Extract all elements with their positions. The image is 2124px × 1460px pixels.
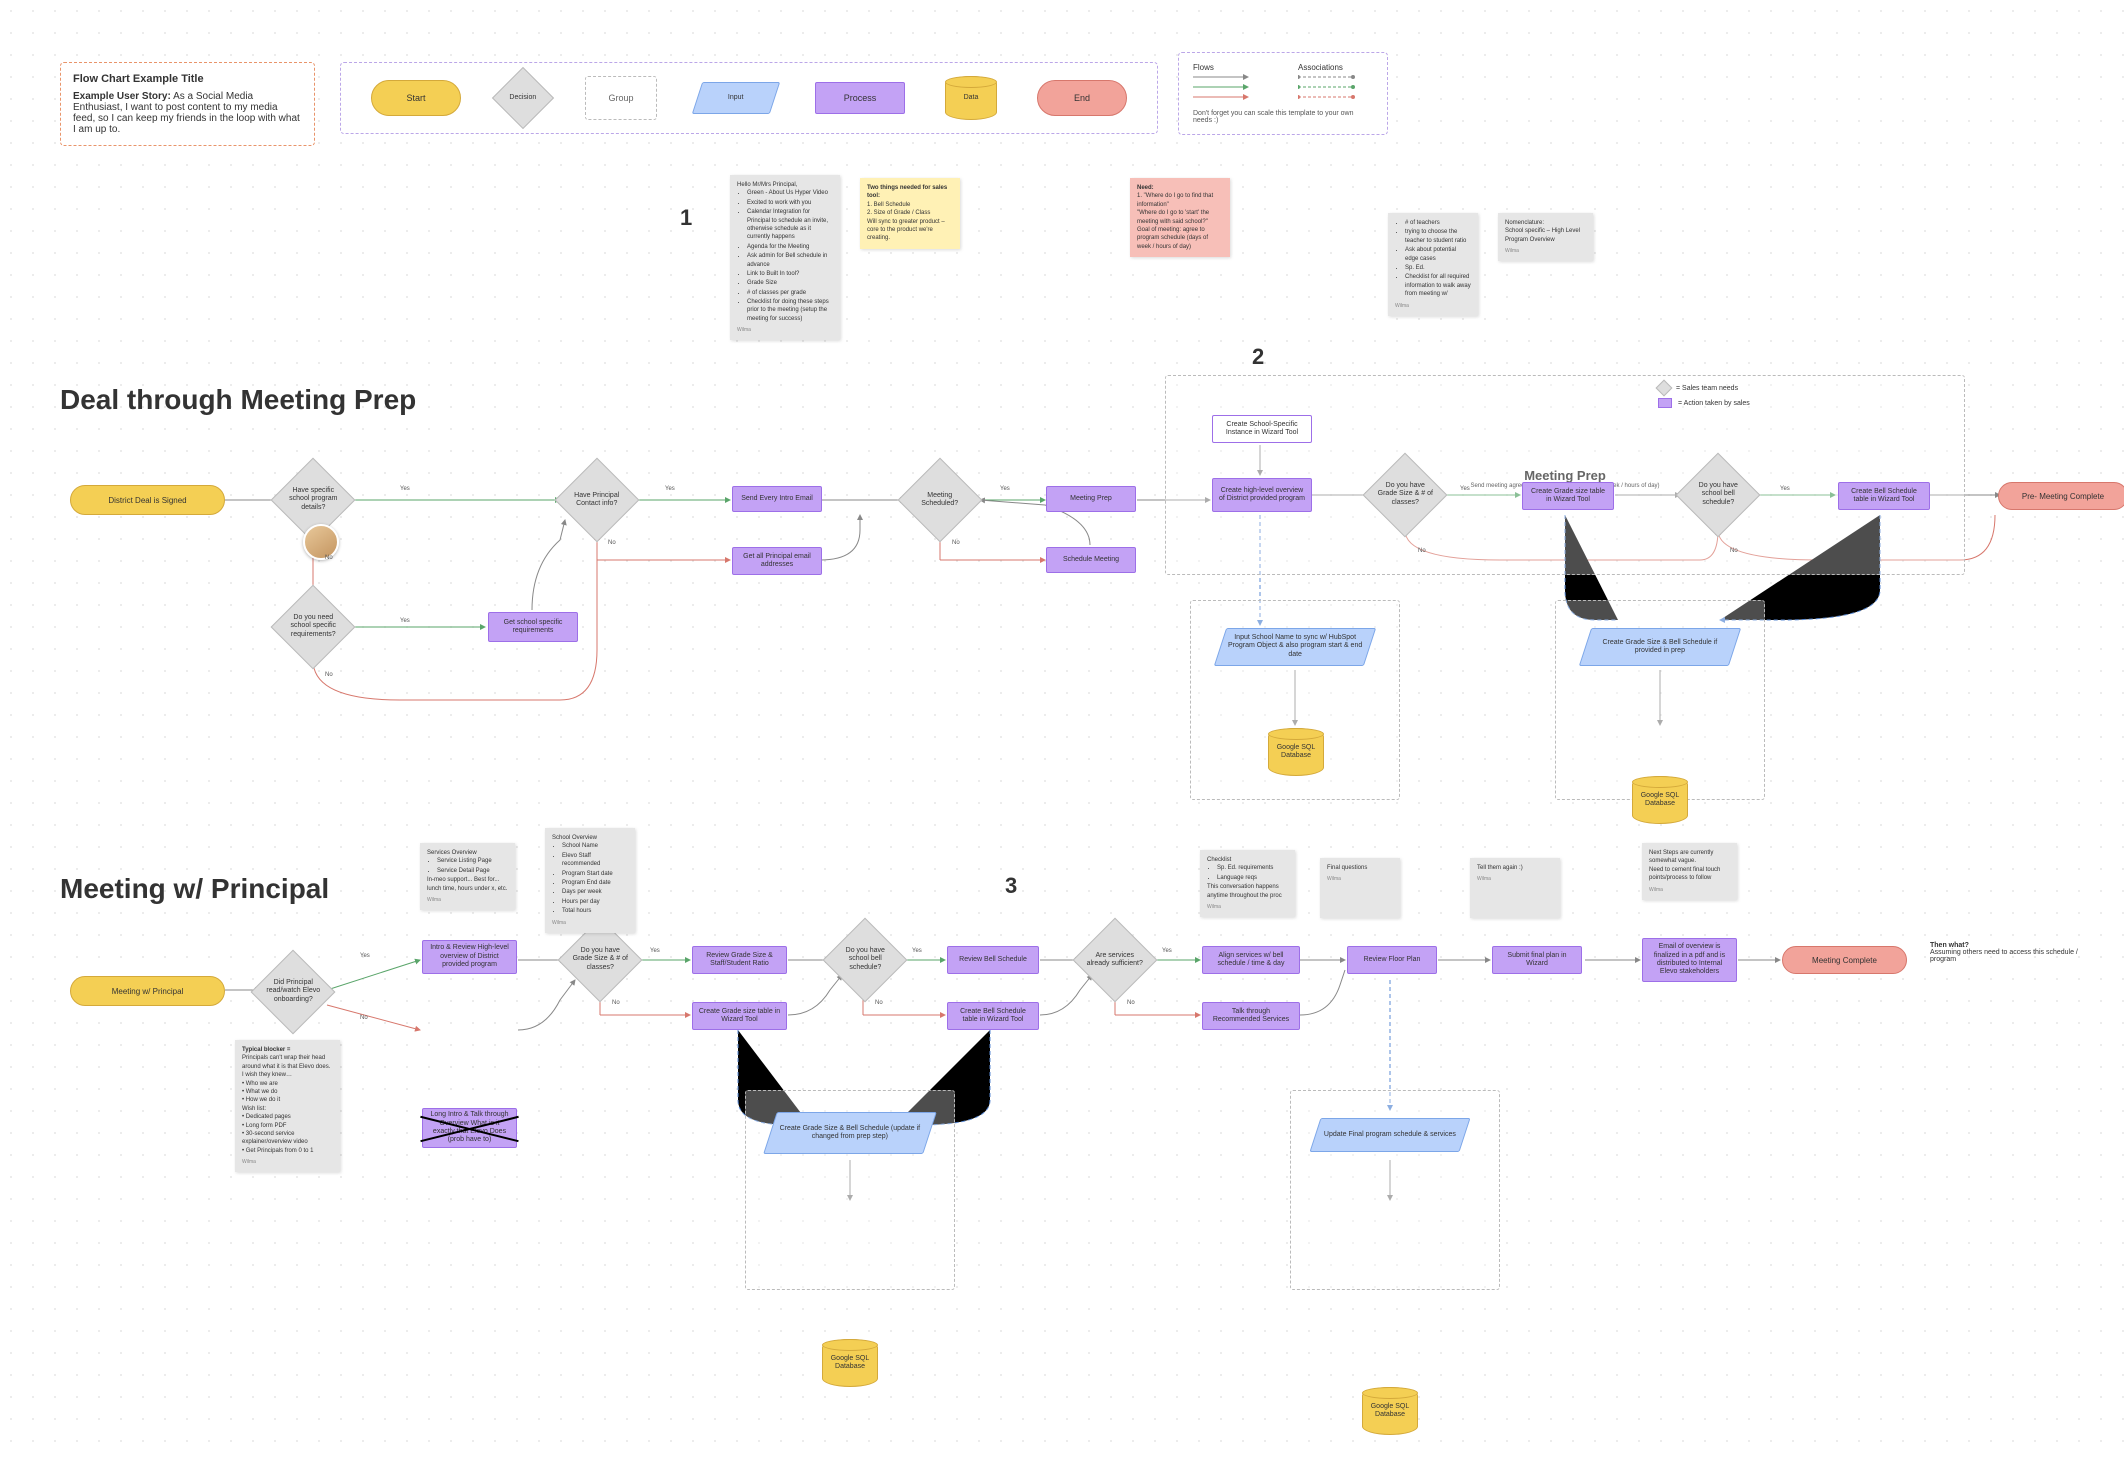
section-1-title: Deal through Meeting Prep [60, 384, 416, 416]
sticky-need: Need: 1. "Where do I go to find that inf… [1130, 178, 1230, 257]
process-create-bell: Create Bell Schedule table in Wizard Too… [1838, 482, 1930, 510]
legend-title-card: Flow Chart Example Title Example User St… [60, 62, 315, 146]
meeting-prep-group: Meeting Prep Send meeting agree to progr… [1165, 375, 1965, 575]
process-intro-review: Intro & Review High-level overview of Di… [422, 940, 517, 974]
meeting-prep-mini-legend: = Sales team needs = Action taken by sal… [1658, 382, 1750, 412]
decision-bell-2: Do you have school bell schedule? [823, 918, 908, 1003]
sticky-services-overview: Services Overview Service Listing PageSe… [420, 843, 515, 910]
legend-flows-box: Flows Associations Don't forget you can … [1178, 52, 1388, 135]
sticky-two-things: Two things needed for sales tool: 1. Bel… [860, 178, 960, 249]
decision-have-principal: Have Principal Contact info? [555, 458, 640, 543]
process-send-intro: Send Every Intro Email [732, 486, 822, 512]
sticky-next-steps: Next Steps are currently somewhat vague.… [1642, 843, 1737, 900]
decision-services-enough: Are services already sufficient? [1073, 918, 1158, 1003]
legend-process-shape: Process [815, 82, 905, 114]
process-create-grade-2: Create Grade size table in Wizard Tool [692, 1002, 787, 1030]
number-2: 2 [1252, 344, 1264, 370]
user-avatar [303, 524, 339, 560]
process-create-grade-table: Create Grade size table in Wizard Tool [1522, 482, 1614, 510]
end-meeting-complete: Meeting Complete [1782, 946, 1907, 974]
process-review-floor: Review Floor Plan [1347, 946, 1437, 974]
data-db-2: Google SQL Database [1632, 776, 1688, 824]
process-create-high-level: Create high-level overview of District p… [1212, 478, 1312, 512]
legend-title: Flow Chart Example Title [73, 73, 302, 85]
decision-did-principal-watch: Did Principal read/watch Elevo onboardin… [251, 950, 336, 1035]
legend-shapes-box: Start Decision Group Input Process Data … [340, 62, 1158, 134]
legend-data-shape: Data [945, 76, 997, 120]
process-email-overview: Email of overview is finalized in a pdf … [1642, 938, 1737, 982]
end-pre-meeting: Pre- Meeting Complete [1998, 482, 2124, 510]
decision-meeting-scheduled: Meeting Scheduled? [898, 458, 983, 543]
input-school-name: Input School Name to sync w/ HubSpot Pro… [1214, 628, 1376, 666]
input-grade-bell-2: Create Grade Size & Bell Schedule (updat… [763, 1112, 937, 1154]
legend-group-shape: Group [585, 76, 657, 120]
sticky-blocker: Typical blocker = Principals can't wrap … [235, 1040, 340, 1172]
decision-need-school-req: Do you need school specific requirements… [271, 585, 356, 670]
number-1: 1 [680, 205, 692, 231]
legend-input-shape: Input [692, 82, 780, 114]
data-db-4: Google SQL Database [1362, 1387, 1418, 1435]
legend-decision-shape: Decision [492, 67, 554, 129]
sticky-nomenclature: Nomenclature: School specific – High Lev… [1498, 213, 1593, 261]
start-district-deal: District Deal is Signed [70, 485, 225, 515]
legend-end-shape: End [1037, 80, 1127, 116]
data-db-3: Google SQL Database [822, 1339, 878, 1387]
process-review-grade: Review Grade Size & Staff/Student Ratio [692, 946, 787, 974]
process-create-school-instance: Create School-Specific Instance in Wizar… [1212, 415, 1312, 443]
process-align-services: Align services w/ bell schedule / time &… [1202, 946, 1300, 974]
process-long-intro-crossed: Long Intro & Talk through Overview What … [422, 1108, 517, 1148]
sticky-checklist: Checklist Sp. Ed. requirementsLanguage r… [1200, 850, 1295, 917]
input-update-final: Update Final program schedule & services [1309, 1118, 1470, 1152]
start-meeting-principal: Meeting w/ Principal [70, 976, 225, 1006]
process-meeting-prep: Meeting Prep [1046, 486, 1136, 512]
data-db-1: Google SQL Database [1268, 728, 1324, 776]
process-talk-recommended: Talk through Recommended Services [1202, 1002, 1300, 1030]
sticky-tell-again: Tell them again :) Wilma [1470, 858, 1560, 918]
sticky-email-script: Hello Mr/Mrs Principal, Green - About Us… [730, 175, 840, 340]
process-get-emails: Get all Principal email addresses [732, 547, 822, 575]
process-schedule-meeting: Schedule Meeting [1046, 547, 1136, 573]
then-what-note: Then what? Assuming others need to acces… [1930, 942, 2090, 963]
process-get-school-req: Get school specific requirements [488, 612, 578, 642]
input-grade-bell: Create Grade Size & Bell Schedule if pro… [1579, 628, 1741, 666]
process-submit-floor: Submit final plan in Wizard [1492, 946, 1582, 974]
connector-arrows [0, 0, 2124, 1460]
legend-start-shape: Start [371, 80, 461, 116]
sticky-final-questions: Final questions Wilma [1320, 858, 1400, 918]
section-2-title: Meeting w/ Principal [60, 873, 329, 905]
process-create-bell-2: Create Bell Schedule table in Wizard Too… [947, 1002, 1039, 1030]
process-review-bell: Review Bell Schedule [947, 946, 1039, 974]
number-3: 3 [1005, 873, 1017, 899]
sticky-teachers: # of teacherstrying to choose the teache… [1388, 213, 1478, 316]
sticky-school-overview: School Overview School NameElevo Staff r… [545, 828, 635, 933]
